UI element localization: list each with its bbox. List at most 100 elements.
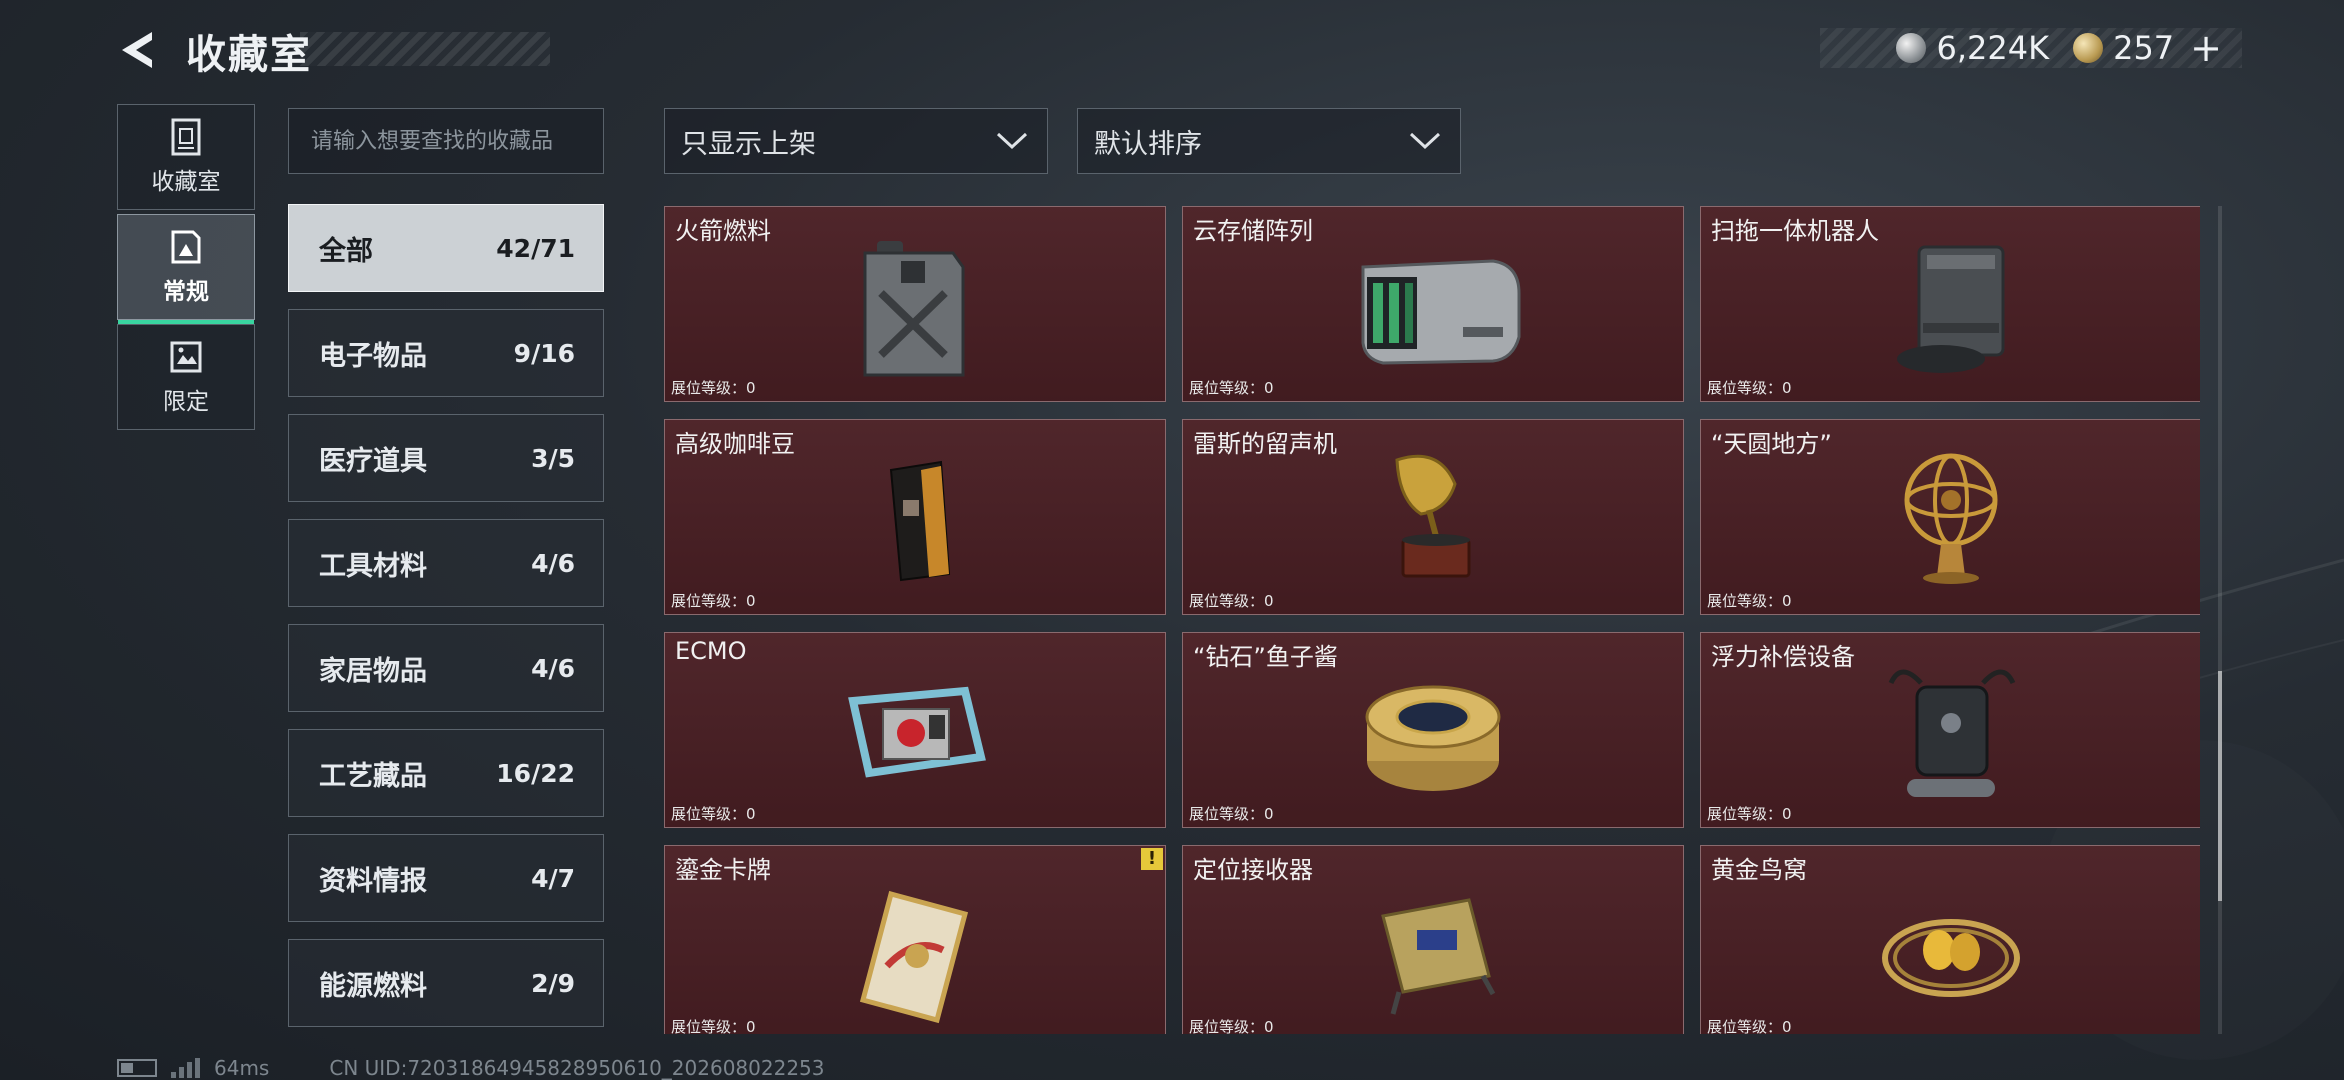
item-name: 黄金鸟窝 <box>1711 856 1807 884</box>
silver-coin-icon <box>1896 33 1927 63</box>
page-title: 收藏室 <box>186 32 312 78</box>
category-intel[interactable]: 资料情报 4/7 <box>288 834 604 922</box>
signal-icon <box>171 1058 200 1078</box>
nav-label: 限定 <box>163 389 209 415</box>
item-level: 展位等级：0 <box>1189 1018 1274 1034</box>
item-name: 火箭燃料 <box>675 217 771 245</box>
category-name: 工艺藏品 <box>319 760 427 792</box>
back-arrow-icon <box>122 32 152 68</box>
item-level: 展位等级：0 <box>1707 805 1792 823</box>
coffee-bag-icon <box>889 460 951 582</box>
item-level: 展位等级：0 <box>671 1018 756 1034</box>
server-array-icon <box>1361 259 1521 365</box>
item-name: 鎏金卡牌 <box>675 856 771 884</box>
item-level: 展位等级：0 <box>1707 1018 1792 1034</box>
show-filter-dropdown[interactable]: 只显示上架 <box>664 108 1048 174</box>
item-name: ECMO <box>675 637 747 665</box>
item-card[interactable]: ECMO 展位等级：0 <box>664 632 1166 828</box>
sort-label: 默认排序 <box>1094 128 1202 160</box>
nav-label: 常规 <box>163 279 209 305</box>
item-card[interactable]: 扫拖一体机器人 展位等级：0 <box>1700 206 2200 402</box>
category-count: 2/9 <box>531 968 575 998</box>
item-level: 展位等级：0 <box>1707 592 1792 610</box>
category-count: 4/6 <box>531 653 575 683</box>
category-name: 能源燃料 <box>319 970 427 1002</box>
item-name: 定位接收器 <box>1193 856 1313 884</box>
warning-badge: ! <box>1141 848 1163 870</box>
diving-gear-icon <box>1888 669 2016 797</box>
item-card[interactable]: 高级咖啡豆 展位等级：0 <box>664 419 1166 615</box>
item-level: 展位等级：0 <box>1707 379 1792 397</box>
caviar-tin-icon <box>1365 685 1501 791</box>
category-crafts[interactable]: 工艺藏品 16/22 <box>288 729 604 817</box>
scrollbar-thumb[interactable] <box>2218 671 2222 901</box>
item-card[interactable]: 火箭燃料 展位等级：0 <box>664 206 1166 402</box>
category-count: 4/7 <box>531 863 575 893</box>
category-all[interactable]: 全部 42/71 <box>288 204 604 292</box>
category-name: 家居物品 <box>319 655 427 687</box>
show-filter-label: 只显示上架 <box>681 128 816 160</box>
item-card[interactable]: 雷斯的留声机 展位等级：0 <box>1182 419 1684 615</box>
item-level: 展位等级：0 <box>1189 592 1274 610</box>
item-level: 展位等级：0 <box>1189 805 1274 823</box>
grid-scrollbar[interactable] <box>2218 206 2222 1034</box>
category-household[interactable]: 家居物品 4/6 <box>288 624 604 712</box>
item-name: 高级咖啡豆 <box>675 430 795 458</box>
nav-item-collection-room[interactable]: 收藏室 <box>117 104 255 210</box>
item-name: 云存储阵列 <box>1193 217 1313 245</box>
regular-icon <box>171 230 201 264</box>
category-tools[interactable]: 工具材料 4/6 <box>288 519 604 607</box>
robot-vacuum-icon <box>1897 245 2005 373</box>
item-name: “钻石”鱼子酱 <box>1193 643 1338 671</box>
item-level: 展位等级：0 <box>1189 379 1274 397</box>
chevron-down-icon <box>1409 132 1441 150</box>
category-medical[interactable]: 医疗道具 3/5 <box>288 414 604 502</box>
gps-receiver-icon <box>1381 898 1496 1015</box>
item-card[interactable]: 浮力补偿设备 展位等级：0 <box>1700 632 2200 828</box>
add-currency-button[interactable]: + <box>2190 26 2222 70</box>
item-name: 扫拖一体机器人 <box>1711 217 1879 245</box>
armillary-sphere-icon <box>1904 453 1998 584</box>
category-electronics[interactable]: 电子物品 9/16 <box>288 309 604 397</box>
nav-item-regular[interactable]: 常规 <box>117 214 255 324</box>
back-button[interactable] <box>112 24 164 76</box>
item-card[interactable]: 定位接收器 展位等级：0 <box>1182 845 1684 1034</box>
item-level: 展位等级：0 <box>671 592 756 610</box>
gold-coin-icon <box>2073 33 2104 63</box>
nav-item-limited[interactable]: 限定 <box>117 324 255 430</box>
gramophone-icon <box>1395 454 1471 578</box>
gilded-card-icon <box>859 890 969 1024</box>
item-card[interactable]: “天圆地方” 展位等级：0 <box>1700 419 2200 615</box>
status-bar: 64ms CN UID:72031864945828950610_2026080… <box>117 1056 825 1080</box>
item-level: 展位等级：0 <box>671 805 756 823</box>
item-name: “天圆地方” <box>1711 430 1832 458</box>
left-nav: 收藏室 常规 限定 <box>117 104 255 434</box>
category-energy[interactable]: 能源燃料 2/9 <box>288 939 604 1027</box>
currency-bar: 6,224K 257 + <box>1820 26 2242 70</box>
item-name: 雷斯的留声机 <box>1193 430 1337 458</box>
sort-dropdown[interactable]: 默认排序 <box>1077 108 1461 174</box>
item-card[interactable]: 黄金鸟窝 展位等级：0 <box>1700 845 2200 1034</box>
item-card[interactable]: “钻石”鱼子酱 展位等级：0 <box>1182 632 1684 828</box>
jerrycan-icon <box>863 241 965 377</box>
category-name: 资料情报 <box>319 865 427 897</box>
user-uid: CN UID:72031864945828950610_202608022253 <box>329 1056 825 1080</box>
category-name: 全部 <box>319 235 373 267</box>
item-level: 展位等级：0 <box>671 379 756 397</box>
battery-icon <box>117 1059 157 1077</box>
gold-currency-value: 257 <box>2113 29 2175 67</box>
category-count: 9/16 <box>513 338 575 368</box>
search-input[interactable] <box>288 108 604 174</box>
title-stripe-decor <box>300 32 550 66</box>
nav-label: 收藏室 <box>151 169 221 195</box>
silver-currency-value: 6,224K <box>1936 29 2050 67</box>
ecmo-machine-icon <box>848 686 986 778</box>
item-card[interactable]: 云存储阵列 展位等级：0 <box>1182 206 1684 402</box>
chevron-down-icon <box>996 132 1028 150</box>
category-name: 电子物品 <box>319 340 427 372</box>
golden-nest-icon <box>1882 919 2020 997</box>
header-bar: 收藏室 6,224K 257 + <box>0 0 2344 100</box>
category-count: 42/71 <box>496 233 575 263</box>
item-card[interactable]: 鎏金卡牌 ! 展位等级：0 <box>664 845 1166 1034</box>
category-name: 医疗道具 <box>319 445 427 477</box>
